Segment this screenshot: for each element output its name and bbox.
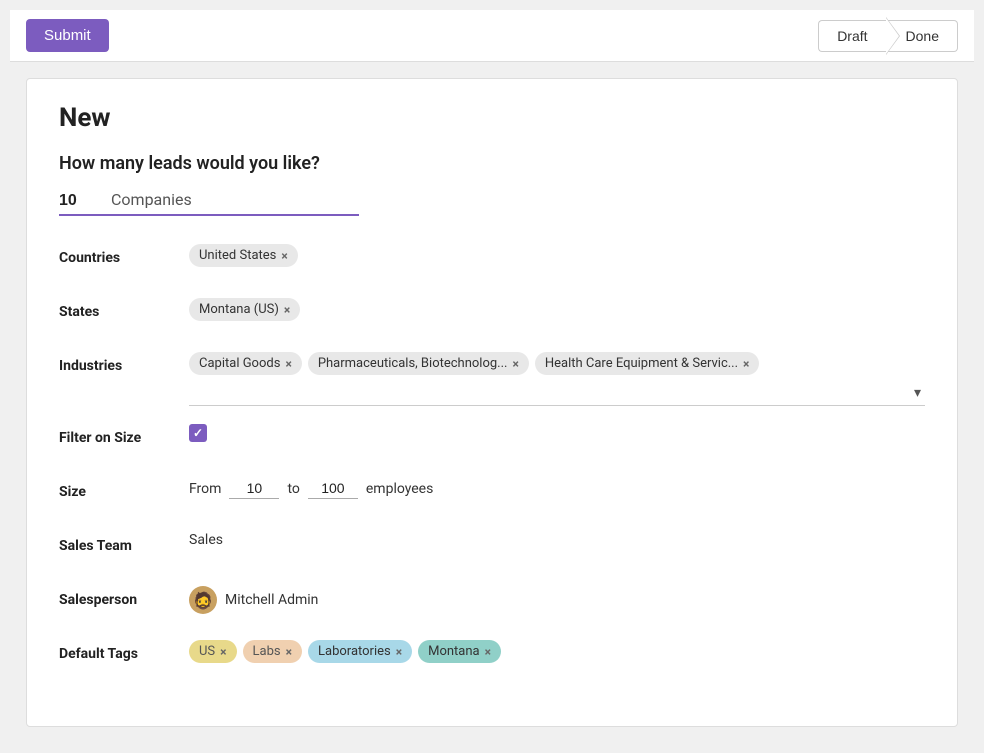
default-tags-value: US × Labs × Laboratories × Montana × [189, 640, 925, 663]
default-tags-row: Default Tags US × Labs × Laboratories × … [59, 640, 925, 676]
dropdown-arrow-icon[interactable]: ▾ [910, 381, 925, 405]
state-chip-0: Montana (US) × [189, 298, 300, 321]
industry-chip-label-0: Capital Goods [199, 356, 280, 371]
section-question: How many leads would you like? [59, 153, 925, 174]
tag-chip-montana: Montana × [418, 640, 501, 663]
industries-chips: Capital Goods × Pharmaceuticals, Biotech… [189, 352, 925, 375]
status-arrow [886, 17, 900, 55]
sales-team-label: Sales Team [59, 532, 189, 554]
avatar: 🧔 [189, 586, 217, 614]
tag-chip-remove-laboratories[interactable]: × [396, 646, 402, 658]
tag-chip-remove-montana[interactable]: × [485, 646, 491, 658]
country-chip-label-0: United States [199, 248, 276, 263]
industry-chip-1: Pharmaceuticals, Biotechnolog... × [308, 352, 529, 375]
state-chip-remove-0[interactable]: × [284, 304, 290, 316]
size-from-input[interactable] [229, 478, 279, 499]
industry-chip-remove-2[interactable]: × [743, 358, 749, 370]
tag-chip-label-labs: Labs [253, 644, 281, 659]
size-to-label: to [287, 481, 299, 497]
filter-size-label: Filter on Size [59, 424, 189, 446]
page-wrapper: Submit Draft Done New How many leads wou… [10, 10, 974, 743]
sales-team-row: Sales Team Sales [59, 532, 925, 568]
submit-button[interactable]: Submit [26, 19, 109, 52]
industry-chip-remove-0[interactable]: × [285, 358, 291, 370]
country-chip-0: United States × [189, 244, 298, 267]
top-bar: Submit Draft Done [10, 10, 974, 62]
size-from-label: From [189, 481, 221, 497]
size-inputs: From to employees [189, 478, 433, 499]
countries-label: Countries [59, 244, 189, 266]
default-tags-label: Default Tags [59, 640, 189, 662]
size-employees-label: employees [366, 481, 433, 497]
industries-search-input[interactable] [189, 381, 910, 405]
page-title: New [59, 103, 925, 133]
tag-chip-remove-labs[interactable]: × [286, 646, 292, 658]
tag-chip-labs: Labs × [243, 640, 302, 663]
draft-button[interactable]: Draft [818, 20, 885, 52]
size-row: Size From to employees [59, 478, 925, 514]
industries-label: Industries [59, 352, 189, 374]
states-label: States [59, 298, 189, 320]
industries-container: Capital Goods × Pharmaceuticals, Biotech… [189, 352, 925, 406]
avatar-emoji: 🧔 [193, 591, 213, 610]
tag-chip-label-us: US [199, 644, 215, 659]
leads-count-row: Companies [59, 190, 359, 216]
industry-chip-0: Capital Goods × [189, 352, 302, 375]
tag-chip-laboratories: Laboratories × [308, 640, 412, 663]
industry-chip-remove-1[interactable]: × [512, 358, 518, 370]
industries-row: Industries Capital Goods × Pharmaceutica… [59, 352, 925, 406]
salesperson-value: 🧔 Mitchell Admin [189, 586, 925, 614]
filter-size-value [189, 424, 925, 442]
states-row: States Montana (US) × [59, 298, 925, 334]
salesperson-label: Salesperson [59, 586, 189, 608]
states-value: Montana (US) × [189, 298, 925, 321]
state-chip-label-0: Montana (US) [199, 302, 279, 317]
tag-chip-us: US × [189, 640, 237, 663]
main-card: New How many leads would you like? Compa… [26, 78, 958, 727]
size-value: From to employees [189, 478, 925, 499]
leads-type: Companies [111, 190, 192, 209]
salesperson-info: 🧔 Mitchell Admin [189, 586, 318, 614]
sales-team-value: Sales [189, 532, 925, 548]
tag-chip-label-laboratories: Laboratories [318, 644, 391, 659]
industry-chip-label-1: Pharmaceuticals, Biotechnolog... [318, 356, 508, 371]
countries-row: Countries United States × [59, 244, 925, 280]
industries-dropdown-row: ▾ [189, 381, 925, 406]
tag-chip-label-montana: Montana [428, 644, 480, 659]
sales-team-name: Sales [189, 532, 223, 548]
filter-size-checkbox[interactable] [189, 424, 207, 442]
size-to-input[interactable] [308, 478, 358, 499]
industry-chip-label-2: Health Care Equipment & Servic... [545, 356, 738, 371]
salesperson-name: Mitchell Admin [225, 592, 318, 608]
industry-chip-2: Health Care Equipment & Servic... × [535, 352, 760, 375]
filter-size-row: Filter on Size [59, 424, 925, 460]
country-chip-remove-0[interactable]: × [281, 250, 287, 262]
salesperson-row: Salesperson 🧔 Mitchell Admin [59, 586, 925, 622]
leads-count-input[interactable] [59, 192, 99, 210]
status-group: Draft Done [818, 17, 958, 55]
size-label: Size [59, 478, 189, 500]
countries-value: United States × [189, 244, 925, 267]
tag-chip-remove-us[interactable]: × [220, 646, 226, 658]
